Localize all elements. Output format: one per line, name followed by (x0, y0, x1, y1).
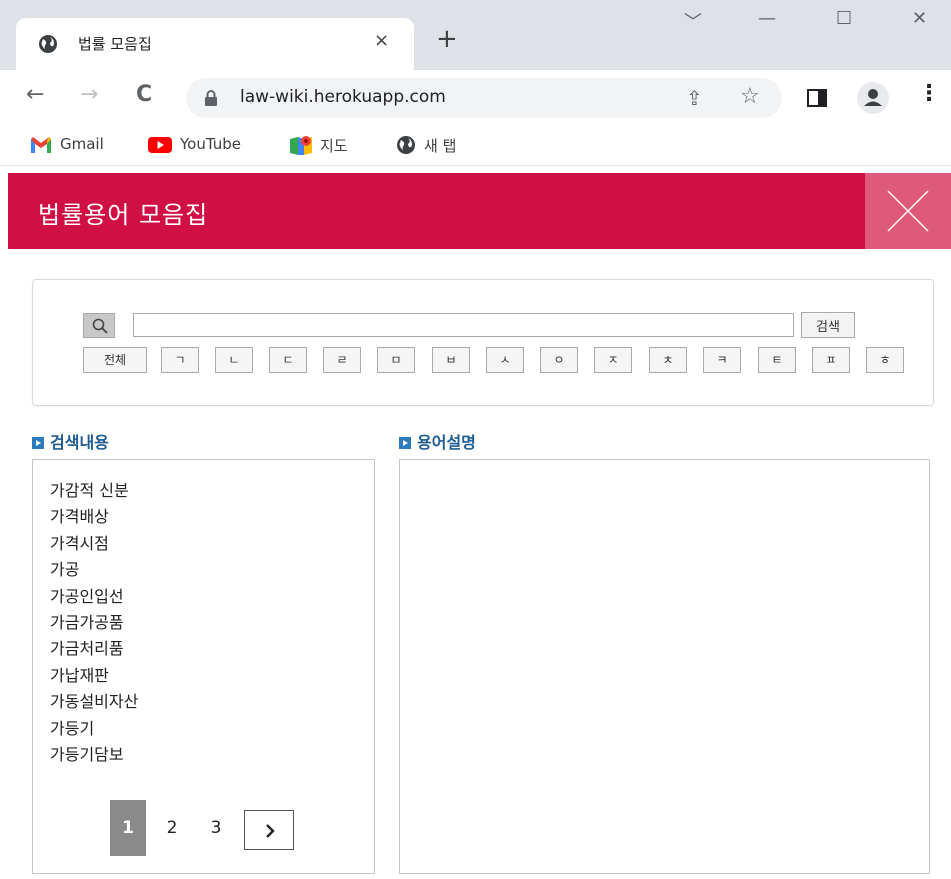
tab-search-button[interactable]: ﹀ (684, 8, 702, 34)
description-heading-text: 용어설명 (417, 433, 476, 452)
filter-letter-button[interactable]: ㅊ (649, 347, 687, 373)
share-icon[interactable]: ⇪ (686, 86, 703, 110)
term-list: 가감적 신분 가격배상 가격시점 가공 가공인입선 가금가공품 가금처리품 가납… (50, 478, 138, 768)
address-bar[interactable]: law-wiki.herokuapp.com ⇪ ☆ (186, 78, 782, 118)
page-header: 법률용어 모음집 (8, 173, 951, 249)
filter-letter-button[interactable]: ㅇ (540, 347, 578, 373)
filter-letter-button[interactable]: ㅈ (594, 347, 632, 373)
bullet-arrow-icon (399, 437, 411, 449)
description-panel (399, 459, 930, 874)
side-panel-icon[interactable] (807, 88, 827, 108)
results-heading: 검색내용 (32, 429, 109, 453)
bookmark-new-tab[interactable]: 새 탭 (396, 135, 456, 156)
filter-letter-button[interactable]: ㅋ (703, 347, 741, 373)
term-item[interactable]: 가납재판 (50, 663, 138, 689)
back-button[interactable]: ← (26, 84, 44, 106)
filter-letter-button[interactable]: ㅌ (758, 347, 796, 373)
filter-all-button[interactable]: 전체 (83, 347, 147, 373)
filter-letter-button[interactable]: ㅅ (486, 347, 524, 373)
minimize-button[interactable]: — (758, 8, 776, 29)
term-item[interactable]: 가공인입선 (50, 584, 138, 610)
bookmark-youtube[interactable]: YouTube (148, 135, 241, 153)
filter-letter-button[interactable]: ㅁ (377, 347, 415, 373)
search-button[interactable]: 검색 (801, 312, 855, 338)
close-icon (887, 190, 929, 232)
results-heading-text: 검색내용 (50, 433, 109, 452)
term-item[interactable]: 가등기 (50, 716, 138, 742)
window-close-button[interactable]: ✕ (912, 8, 927, 29)
close-button[interactable] (865, 173, 951, 249)
term-item[interactable]: 가감적 신분 (50, 478, 138, 504)
bookmark-label: 새 탭 (424, 137, 457, 155)
search-panel: 검색 전체 ㄱ ㄴ ㄷ ㄹ ㅁ ㅂ ㅅ ㅇ ㅈ ㅊ ㅋ ㅌ ㅍ ㅎ (32, 279, 934, 406)
page-button-current[interactable]: 1 (110, 800, 146, 856)
forward-button[interactable]: → (80, 84, 98, 106)
bookmarks-bar: Gmail YouTube 지도 새 탭 (0, 126, 951, 166)
search-icon-button[interactable] (83, 313, 115, 338)
term-item[interactable]: 가격시점 (50, 531, 138, 557)
chevron-right-icon (266, 824, 275, 838)
maximize-button[interactable]: ☐ (836, 8, 852, 29)
globe-icon (397, 136, 415, 154)
globe-icon (39, 35, 57, 53)
tab-close-button[interactable]: × (374, 30, 389, 51)
term-item[interactable]: 가동설비자산 (50, 689, 138, 715)
filter-letter-button[interactable]: ㄹ (323, 347, 361, 373)
bookmark-maps[interactable]: 지도 (290, 135, 348, 156)
filter-letter-button[interactable]: ㄱ (161, 347, 199, 373)
browser-tab[interactable]: 법률 모음집 × (16, 18, 414, 70)
term-item[interactable]: 가금가공품 (50, 610, 138, 636)
page-button[interactable]: 2 (160, 800, 184, 856)
browser-toolbar: ← → C law-wiki.herokuapp.com ⇪ ☆ ⋮ (0, 70, 951, 126)
bookmark-label: YouTube (180, 135, 241, 153)
term-item[interactable]: 가공 (50, 557, 138, 583)
tab-title: 법률 모음집 (78, 35, 152, 53)
filter-letter-button[interactable]: ㄷ (269, 347, 307, 373)
reload-button[interactable]: C (136, 84, 152, 106)
description-heading: 용어설명 (399, 429, 476, 453)
filter-letter-button[interactable]: ㅍ (812, 347, 850, 373)
results-panel: 가감적 신분 가격배상 가격시점 가공 가공인입선 가금가공품 가금처리품 가납… (32, 459, 375, 874)
filter-letter-button[interactable]: ㅂ (432, 347, 470, 373)
filter-letter-button[interactable]: ㅎ (866, 347, 904, 373)
page-title: 법률용어 모음집 (38, 201, 209, 229)
new-tab-button[interactable]: + (436, 26, 458, 52)
next-page-button[interactable] (244, 810, 294, 850)
filter-letter-button[interactable]: ㄴ (215, 347, 253, 373)
bookmark-star-icon[interactable]: ☆ (740, 84, 760, 109)
browser-menu-icon[interactable]: ⋮ (918, 83, 940, 105)
search-input[interactable] (133, 313, 794, 337)
lock-icon (205, 90, 217, 106)
bookmark-gmail[interactable]: Gmail (30, 135, 104, 153)
profile-avatar-icon[interactable] (856, 81, 890, 115)
maps-icon (290, 136, 312, 155)
term-item[interactable]: 가등기담보 (50, 742, 138, 768)
bullet-arrow-icon (32, 437, 44, 449)
search-icon (92, 318, 108, 334)
term-item[interactable]: 가금처리품 (50, 636, 138, 662)
term-item[interactable]: 가격배상 (50, 504, 138, 530)
url-text: law-wiki.herokuapp.com (240, 87, 446, 107)
browser-tab-strip: 법률 모음집 × + ﹀ — ☐ ✕ (0, 0, 951, 70)
page-button[interactable]: 3 (204, 800, 228, 856)
bookmark-label: Gmail (60, 135, 104, 153)
gmail-icon (31, 137, 51, 153)
youtube-icon (148, 137, 172, 153)
bookmark-label: 지도 (320, 137, 348, 155)
page-content: 법률용어 모음집 검색 전체 ㄱ ㄴ ㄷ ㄹ ㅁ ㅂ ㅅ ㅇ ㅈ ㅊ ㅋ ㅌ ㅍ… (8, 173, 951, 879)
